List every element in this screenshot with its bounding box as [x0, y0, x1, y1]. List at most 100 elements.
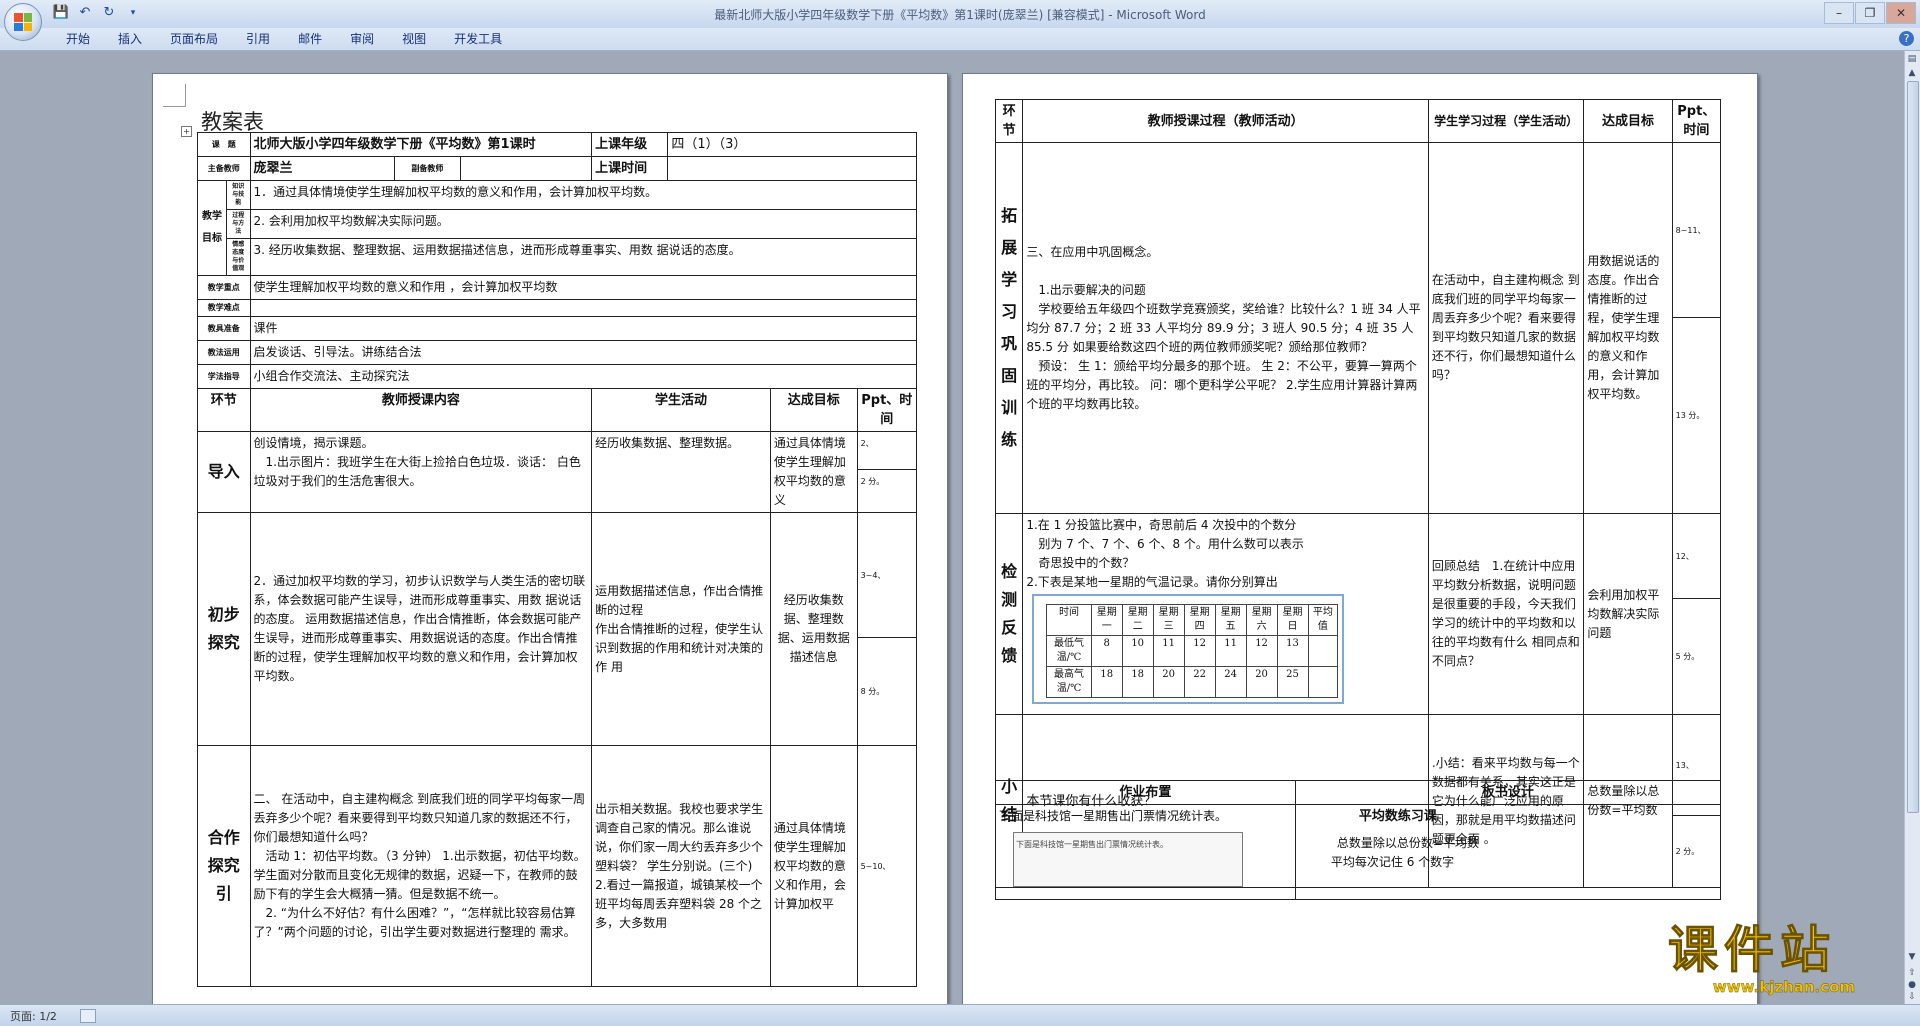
scroll-down-icon[interactable]: ▼	[1906, 951, 1918, 963]
stage-ppt: 5~10、	[856, 745, 918, 987]
table-row: 教法运用 启发谈话、引导法。讲练结合法	[197, 340, 918, 365]
temp-cell: 18	[1121, 666, 1154, 698]
temp-cell: 13	[1276, 635, 1309, 667]
row-text: 使学生理解加权平均数的意义和作用 ，会计算加权平均数	[249, 275, 918, 300]
tab-mailings[interactable]: 邮件	[284, 28, 336, 50]
row-text	[249, 299, 918, 317]
goal-text: 3. 经历收集数据、整理数据、运用数据描述信息，进而形成尊重事实、用数 据说话的…	[249, 238, 918, 276]
table-row: 检测反馈 1.在 1 分投篮比赛中，奇思前后 4 次投中的个数分 别为 7 个、…	[994, 513, 1722, 715]
help-icon[interactable]: ?	[1899, 31, 1914, 46]
header-teacher: 教师授课过程（教师活动）	[1022, 99, 1429, 143]
watermark-text: 课件站	[1668, 921, 1836, 979]
table-row: 课 题 北师大版小学四年级数学下册《平均数》第1课时 上课年级 四（1）（3）	[197, 132, 917, 157]
temp-header: 星期四	[1183, 604, 1216, 636]
tab-developer[interactable]: 开发工具	[440, 28, 516, 50]
lesson-title: 北师大版小学四年级数学下册《平均数》第1课时	[249, 132, 593, 157]
temp-cell: 22	[1183, 666, 1216, 698]
office-button[interactable]	[4, 3, 42, 41]
board-line: 平均每次记住 6 个数字	[1330, 855, 1455, 869]
proofing-status-icon[interactable]	[80, 1009, 96, 1023]
row-text: 课件	[249, 316, 918, 341]
table-row: 最高气温/℃ 18 18 20 22 24 20 25	[1046, 666, 1339, 698]
stage-teacher-text: 2．通过加权平均数的学习，初步认识数学与人类生活的密切联系，体会数据可能产生误导…	[249, 512, 593, 746]
row-text: 启发谈话、引导法。讲练结合法	[249, 340, 918, 365]
stage-time: 5 分。	[1671, 598, 1722, 715]
document-workspace[interactable]: 教案表 + 课 题 北师大版小学四年级数学下册《平均数》第1课时 上课年级 四（…	[0, 51, 1905, 1004]
vice-teacher-label: 副备教师	[394, 156, 461, 181]
watermark-url: www.kjzhan.com	[1712, 978, 1856, 996]
grade-value: 四（1）（3）	[667, 132, 917, 157]
homework-text: 下面是科技馆一星期售出门票情况统计表。	[999, 809, 1228, 823]
close-icon[interactable]: ✕	[1886, 2, 1916, 24]
table-row: 主备教师 庞翠兰 副备教师 上课时间	[197, 156, 917, 181]
header-student: 学生学习过程（学生活动）	[1427, 99, 1585, 143]
stage-goal-text: 通过具体情境使学生理解加权平均数的意义	[769, 431, 858, 513]
row-label: 教法运用	[197, 340, 251, 365]
temp-header: 星期五	[1214, 604, 1247, 636]
table-header-row: 环节 教师授课内容 学生活动 达成目标 Ppt、时间	[197, 388, 918, 432]
temp-cell: 12	[1183, 635, 1216, 667]
tab-view[interactable]: 视图	[388, 28, 440, 50]
goals-label: 教学目标	[197, 180, 227, 276]
temp-row-label: 最低气温/℃	[1046, 635, 1092, 667]
temp-header: 星期日	[1276, 604, 1309, 636]
header-goal: 达成目标	[1583, 99, 1673, 143]
restore-icon[interactable]: ❐	[1855, 2, 1885, 24]
tab-review[interactable]: 审阅	[336, 28, 388, 50]
stage-name: 检测反馈	[994, 513, 1024, 715]
next-page-icon[interactable]: ⇩	[1906, 991, 1918, 1003]
page-2[interactable]: 环节 教师授课过程（教师活动） 学生学习过程（学生活动） 达成目标 Ppt、时间…	[962, 73, 1758, 1004]
stage-ppt: 3~4、	[856, 512, 918, 638]
row-label: 学法指导	[197, 364, 251, 389]
header-time: Ppt、时间	[856, 388, 918, 432]
stage-teacher-line: 别为 7 个、7 个、6 个、8 个。用什么数可以表示	[1026, 537, 1304, 551]
stage-name: 初步探究	[197, 512, 251, 746]
time-value	[667, 156, 917, 181]
temp-cell: 11	[1214, 635, 1247, 667]
stage-time: 2 分。	[856, 469, 918, 513]
previous-page-icon[interactable]: ⇧	[1906, 967, 1918, 979]
homework-cell: 下面是科技馆一星期售出门票情况统计表。 下面是科技馆一星期售出门票情况统计表。	[995, 804, 1296, 900]
goal-sub-label: 情感态度与价值观	[225, 238, 251, 276]
title-bar: 💾 ↶ ↻ ▾ 最新北师大版小学四年级数学下册《平均数》第1课时(庞翠兰) [兼…	[0, 0, 1920, 29]
stage-goal-text: 会利用加权平均数解决实际问题	[1583, 513, 1673, 715]
window-controls: – ❐ ✕	[1824, 2, 1916, 24]
stage-student-text: 回顾总结 1.在统计中应用平均数分析数据，说明问题是很重要的手段，今天我们学习的…	[1427, 513, 1585, 715]
tab-insert[interactable]: 插入	[104, 28, 156, 50]
vertical-scrollbar[interactable]: ▤ ▲ ▼ ⇧ ● ⇩	[1904, 51, 1920, 1004]
goal-text: 2. 会利用加权平均数解决实际问题。	[249, 209, 918, 239]
table-row: 下面是科技馆一星期售出门票情况统计表。 下面是科技馆一星期售出门票情况统计表。 …	[995, 804, 1722, 900]
stage-goal-text: 用数据说话的态度。作出合情推断的过程，使学生理解加权平均数的意义和作用，会计算加…	[1583, 142, 1673, 514]
header-section: 环节	[197, 388, 251, 432]
temp-cell: 20	[1245, 666, 1278, 698]
homework-board-table: 作业布置 板书设计 下面是科技馆一星期售出门票情况统计表。 下面是科技馆一星期售…	[995, 780, 1722, 900]
scroll-up-icon[interactable]: ▲	[1906, 67, 1918, 79]
stage-goal-text: 经历收集数据、整理数据、运用数据描述信息	[769, 512, 858, 746]
stage-teacher-text: 二、 在活动中，自主建构概念 到底我们班的同学平均每家一周丢弃多少个呢？看来要得…	[249, 745, 593, 987]
temp-cell: 10	[1121, 635, 1154, 667]
table-move-handle-icon[interactable]: +	[181, 126, 192, 137]
stage-time: 8 分。	[856, 637, 918, 746]
board-label: 板书设计	[1294, 780, 1722, 805]
table-row: 教学目标 知识与技能 1．通过具体情境使学生理解加权平均数的意义和作用，会计算加…	[197, 180, 918, 276]
margin-corner-mark	[163, 84, 186, 107]
browse-object-icon[interactable]: ●	[1906, 979, 1918, 991]
office-logo-icon	[14, 13, 32, 31]
page-indicator[interactable]: 页面: 1/2	[10, 1008, 57, 1024]
goal-sub-label: 过程与方法	[225, 209, 251, 239]
scrollbar-thumb[interactable]	[1907, 81, 1919, 813]
ruler-toggle-icon[interactable]: ▤	[1906, 53, 1918, 65]
tab-page-layout[interactable]: 页面布局	[156, 28, 232, 50]
tab-references[interactable]: 引用	[232, 28, 284, 50]
site-watermark-logo: 课件站 www.kjzhan.com	[1668, 922, 1900, 1004]
minimize-icon[interactable]: –	[1824, 2, 1854, 24]
stage-teacher-line: 2.下表是某地一星期的气温记录。请你分别算出	[1026, 575, 1278, 589]
tab-home[interactable]: 开始	[52, 28, 104, 50]
lesson-label: 课 题	[197, 132, 251, 157]
stage-teacher-cell: 1.在 1 分投篮比赛中，奇思前后 4 次投中的个数分 别为 7 个、7 个、6…	[1022, 513, 1429, 715]
stage-name: 导入	[197, 431, 251, 513]
page-1[interactable]: 教案表 + 课 题 北师大版小学四年级数学下册《平均数》第1课时 上课年级 四（…	[152, 73, 948, 1004]
temperature-table-frame[interactable]: 时间 星期一 星期二 星期三 星期四 星期五 星期六 星期日 平均值 最低气温/…	[1032, 594, 1345, 704]
main-teacher-name: 庞翠兰	[249, 156, 396, 181]
temp-header: 星期三	[1152, 604, 1185, 636]
